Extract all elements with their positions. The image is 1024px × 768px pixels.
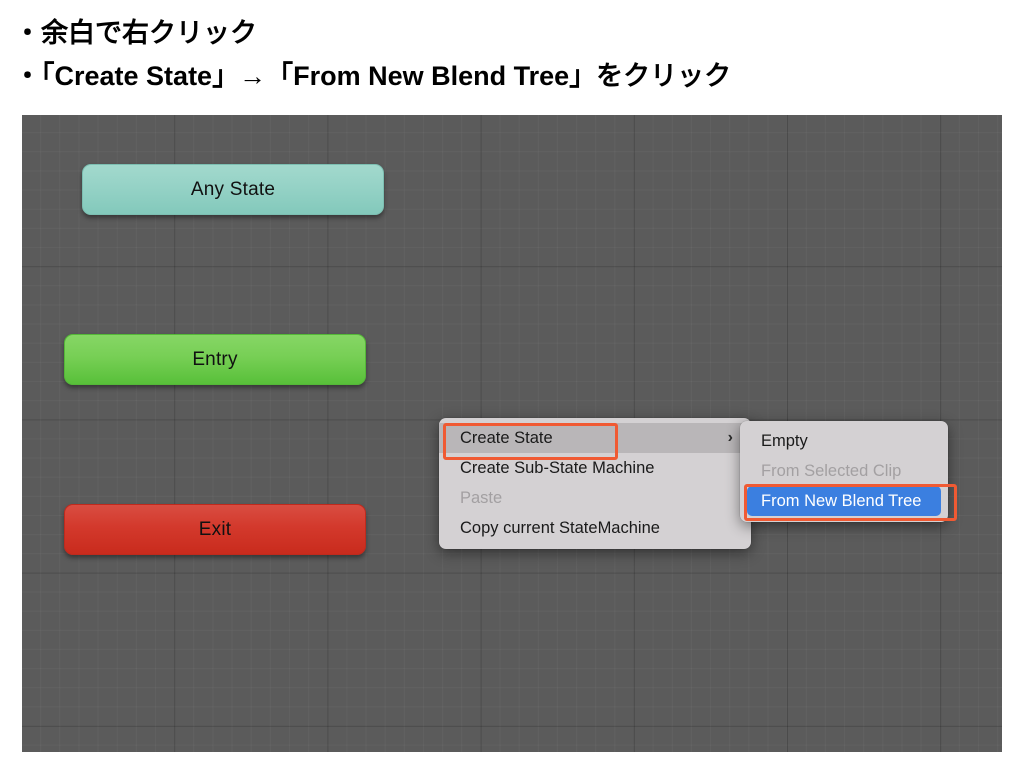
menu-item-copy-current-statemachine[interactable]: Copy current StateMachine	[439, 513, 751, 543]
instruction-line-2: ・「Create State」→「From New Blend Tree」をクリ…	[14, 61, 732, 91]
submenu-item-label: From New Blend Tree	[761, 491, 922, 510]
state-node-any-state[interactable]: Any State	[82, 164, 384, 215]
instruction-line-1: ・余白で右クリック	[14, 18, 257, 48]
menu-item-label: Paste	[460, 488, 503, 507]
context-menu[interactable]: Create State › Create Sub-State Machine …	[439, 418, 751, 549]
submenu-item-label: Empty	[761, 431, 808, 450]
state-node-exit[interactable]: Exit	[64, 504, 366, 555]
submenu-item-empty[interactable]: Empty	[740, 426, 948, 456]
instruction-header: ・余白で右クリック ・「Create State」→「From New Blen…	[0, 0, 1024, 115]
submenu-item-from-new-blend-tree[interactable]: From New Blend Tree	[747, 486, 941, 516]
submenu-item-from-selected-clip: From Selected Clip	[740, 456, 948, 486]
state-node-entry[interactable]: Entry	[64, 334, 366, 385]
submenu-item-label: From Selected Clip	[761, 461, 902, 480]
context-submenu[interactable]: Empty From Selected Clip From New Blend …	[740, 421, 948, 522]
state-node-label: Any State	[190, 178, 276, 200]
menu-item-label: Create Sub-State Machine	[460, 458, 655, 477]
chevron-right-icon: ›	[727, 429, 733, 446]
state-node-label: Exit	[198, 518, 232, 540]
menu-item-label: Copy current StateMachine	[460, 518, 660, 537]
menu-item-create-state[interactable]: Create State ›	[439, 423, 751, 453]
menu-item-create-sub-state-machine[interactable]: Create Sub-State Machine	[439, 453, 751, 483]
state-node-label: Entry	[192, 348, 238, 370]
menu-item-paste: Paste	[439, 483, 751, 513]
animator-state-machine-canvas[interactable]: Any State Entry Exit Create State › Crea…	[22, 115, 1002, 752]
menu-item-label: Create State	[460, 428, 553, 447]
